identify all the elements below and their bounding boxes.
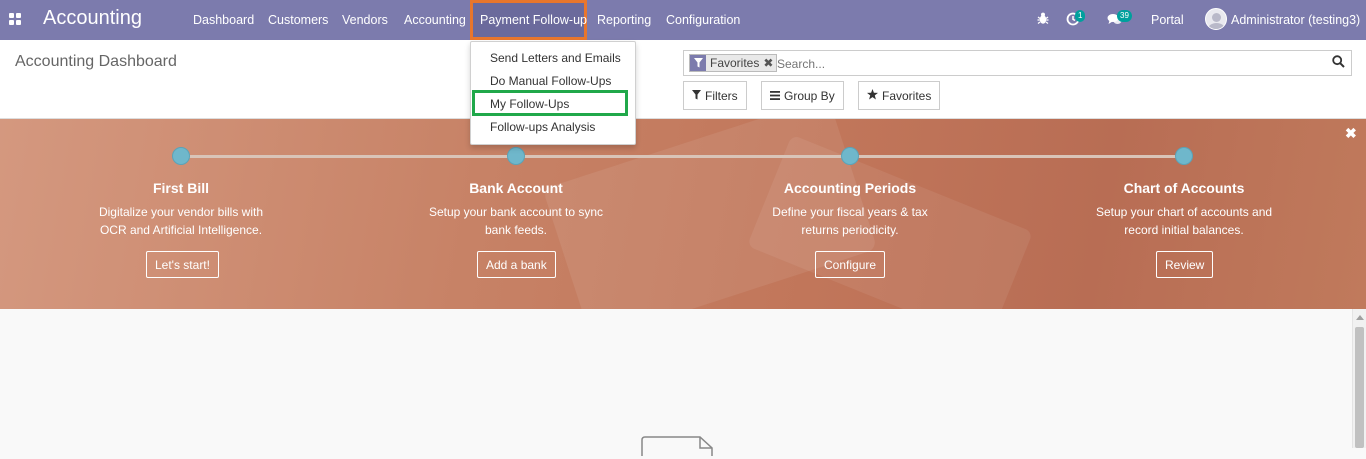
facet-label: Favorites [710, 56, 760, 70]
menu-accounting[interactable]: Accounting [404, 13, 466, 27]
step-desc-line: bank feeds. [484, 223, 548, 237]
add-bank-button[interactable]: Add a bank [477, 251, 556, 278]
dashboard-content [0, 309, 1366, 456]
scroll-thumb[interactable] [1355, 327, 1364, 448]
menu-configuration[interactable]: Configuration [666, 13, 740, 27]
favorites-button[interactable]: Favorites [858, 81, 941, 110]
scroll-up-arrow-icon[interactable] [1356, 315, 1364, 320]
step-dot [1175, 147, 1193, 165]
top-navbar: Accounting Dashboard Customers Vendors A… [0, 0, 1366, 40]
close-banner-icon[interactable]: ✖ [1345, 125, 1357, 142]
portal-link[interactable]: Portal [1151, 13, 1184, 27]
user-menu[interactable]: Administrator (testing3) [1231, 13, 1360, 27]
activity-badge: 1 [1075, 10, 1086, 22]
step-dot [507, 147, 525, 165]
step-desc-line: Define your fiscal years & tax [772, 205, 928, 219]
step-title-accounting-periods: Accounting Periods [783, 180, 917, 196]
group-by-button[interactable]: Group By [761, 81, 844, 110]
onboarding-banner: First Bill Digitalize your vendor bills … [0, 119, 1366, 309]
bars-icon [770, 89, 780, 103]
step-desc-line: record initial balances. [1124, 223, 1244, 237]
bug-icon[interactable] [1037, 12, 1049, 28]
step-description: Setup your chart of accounts and record … [1064, 203, 1304, 239]
dropdown-item-manual-follow-ups[interactable]: Do Manual Follow-Ups [490, 74, 611, 88]
step-description: Digitalize your vendor bills with OCR an… [61, 203, 301, 239]
step-desc-line: Setup your bank account to sync [428, 205, 604, 219]
star-icon [867, 88, 878, 103]
payment-follow-up-dropdown: Send Letters and Emails Do Manual Follow… [470, 41, 636, 145]
step-title-bank-account: Bank Account [469, 180, 563, 196]
menu-dashboard[interactable]: Dashboard [193, 13, 254, 27]
lets-start-button[interactable]: Let's start! [146, 251, 219, 278]
dropdown-item-my-follow-ups[interactable]: My Follow-Ups [490, 97, 569, 111]
control-panel: Accounting Dashboard Favorites ✖ Filters… [0, 40, 1366, 119]
menu-vendors[interactable]: Vendors [342, 13, 388, 27]
step-desc-line: OCR and Artificial Intelligence. [99, 223, 263, 237]
page-scrollbar[interactable] [1352, 309, 1366, 448]
group-by-label: Group By [784, 88, 835, 103]
user-avatar[interactable] [1205, 8, 1227, 30]
apps-grid-icon[interactable] [9, 13, 22, 26]
step-description: Setup your bank account to sync bank fee… [396, 203, 636, 239]
menu-payment-follow-up[interactable]: Payment Follow-up [470, 0, 587, 40]
facet-remove-icon[interactable]: ✖ [763, 56, 776, 70]
step-title-chart-of-accounts: Chart of Accounts [1123, 180, 1245, 196]
step-dot [841, 147, 859, 165]
filters-button[interactable]: Filters [683, 81, 747, 110]
menu-reporting[interactable]: Reporting [597, 13, 651, 27]
menu-customers[interactable]: Customers [268, 13, 328, 27]
menu-payment-follow-up-label: Payment Follow-up [480, 13, 587, 27]
filters-label: Filters [705, 88, 738, 103]
step-desc-line: Digitalize your vendor bills with [98, 205, 264, 219]
favorites-label: Favorites [882, 88, 932, 103]
filter-icon [692, 89, 701, 103]
step-desc-line: Setup your chart of accounts and [1095, 205, 1273, 219]
review-button[interactable]: Review [1156, 251, 1214, 278]
search-icon[interactable] [1332, 55, 1346, 71]
breadcrumb: Accounting Dashboard [15, 53, 177, 70]
steps-progress-line [181, 155, 1184, 158]
search-input[interactable] [777, 55, 1317, 73]
configure-button[interactable]: Configure [815, 251, 886, 278]
dropdown-item-send-letters[interactable]: Send Letters and Emails [490, 51, 621, 65]
app-title[interactable]: Accounting [43, 7, 142, 30]
step-title-first-bill: First Bill [152, 180, 209, 196]
search-facet: Favorites ✖ [689, 54, 778, 72]
search-bar[interactable]: Favorites ✖ [683, 50, 1352, 76]
filter-facet-icon [690, 55, 706, 71]
message-badge: 39 [1117, 10, 1132, 22]
step-desc-line: returns periodicity. [801, 223, 899, 237]
step-dot [172, 147, 190, 165]
step-description: Define your fiscal years & tax returns p… [730, 203, 970, 239]
dropdown-item-follow-ups-analysis[interactable]: Follow-ups Analysis [490, 120, 595, 134]
